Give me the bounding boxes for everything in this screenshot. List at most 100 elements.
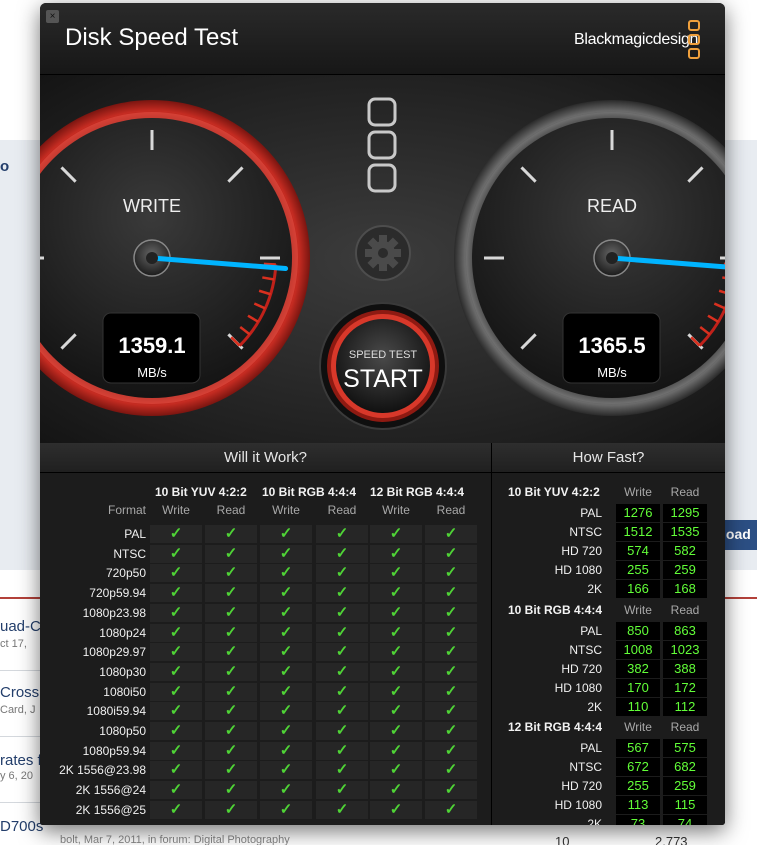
background-item-sub: Card, J	[0, 704, 36, 716]
compatibility-check-icon: ✓	[316, 643, 368, 662]
read-label: READ	[587, 196, 637, 216]
compatibility-check-icon: ✓	[260, 702, 312, 721]
background-item-title[interactable]: rates f	[0, 752, 42, 769]
how-fast-read-value: 172	[663, 678, 707, 697]
compatibility-check-icon: ✓	[425, 584, 477, 603]
compatibility-check-icon: ✓	[205, 525, 257, 543]
background-footer-text: bolt, Mar 7, 2011, in forum: Digital Pho…	[60, 834, 290, 845]
compatibility-check-icon: ✓	[150, 781, 202, 800]
background-item-title[interactable]: uad-C	[0, 618, 41, 635]
how-fast-read-value: 168	[663, 580, 707, 598]
compatibility-check-icon: ✓	[150, 741, 202, 760]
format-row-label: 2K 1556@25	[75, 802, 146, 817]
compatibility-check-icon: ✓	[205, 544, 257, 563]
compatibility-check-icon: ✓	[316, 702, 368, 721]
read-gauge: READ 1365.5 MB/s	[454, 100, 725, 416]
how-fast-read-value: 682	[663, 758, 707, 776]
how-fast-group-title: 10 Bit YUV 4:2:2	[508, 485, 600, 499]
compatibility-check-icon: ✓	[425, 603, 477, 622]
how-fast-read-value: 575	[663, 739, 707, 757]
write-col-header: Write	[272, 503, 300, 517]
compatibility-check-icon: ✓	[150, 603, 202, 622]
how-fast-read-header: Read	[670, 720, 700, 734]
how-fast-write-header: Write	[624, 485, 652, 499]
compatibility-check-icon: ✓	[316, 584, 368, 603]
how-fast-write-value: 1276	[616, 504, 660, 522]
compatibility-check-icon: ✓	[316, 544, 368, 563]
write-col-header: Write	[162, 503, 190, 517]
compatibility-check-icon: ✓	[205, 702, 257, 721]
start-button[interactable]: SPEED TEST START	[319, 302, 447, 430]
how-fast-read-value: 74	[663, 815, 707, 825]
background-item-title[interactable]: Cross	[0, 684, 39, 701]
compatibility-check-icon: ✓	[370, 643, 422, 662]
compatibility-check-icon: ✓	[260, 800, 312, 819]
how-fast-write-value: 382	[616, 659, 660, 678]
compatibility-check-icon: ✓	[150, 800, 202, 819]
compatibility-check-icon: ✓	[425, 544, 477, 563]
background-separator	[0, 802, 40, 803]
how-fast-read-value: 1023	[663, 640, 707, 659]
write-label: WRITE	[123, 196, 181, 216]
how-fast-write-value: 170	[616, 678, 660, 697]
compatibility-check-icon: ✓	[205, 564, 257, 583]
gear-icon[interactable]	[355, 225, 411, 281]
write-col-header: Write	[382, 503, 410, 517]
compatibility-check-icon: ✓	[370, 584, 422, 603]
compatibility-check-icon: ✓	[150, 525, 202, 543]
compatibility-check-icon: ✓	[205, 800, 257, 819]
compatibility-check-icon: ✓	[370, 623, 422, 642]
compatibility-check-icon: ✓	[370, 722, 422, 740]
compatibility-check-icon: ✓	[425, 761, 477, 780]
compatibility-check-icon: ✓	[425, 662, 477, 681]
compatibility-check-icon: ✓	[150, 702, 202, 721]
how-fast-read-value: 582	[663, 542, 707, 560]
how-fast-write-value: 1008	[616, 640, 660, 659]
compatibility-check-icon: ✓	[260, 564, 312, 583]
background-footer-count: 10	[555, 834, 570, 845]
gauges-graphic: WRITE 1359.1 MB/s READ 1365.5 MB/s SPEED…	[40, 97, 725, 430]
how-fast-write-value: 166	[616, 580, 660, 598]
compatibility-check-icon: ✓	[370, 800, 422, 819]
compatibility-check-icon: ✓	[205, 603, 257, 622]
how-fast-read-value: 115	[663, 796, 707, 814]
format-header: Format	[107, 503, 146, 517]
compatibility-check-icon: ✓	[425, 781, 477, 800]
compatibility-check-icon: ✓	[260, 781, 312, 800]
how-fast-format-label: PAL	[580, 623, 602, 638]
format-row-label: 1080p24	[99, 625, 146, 640]
compatibility-check-icon: ✓	[205, 623, 257, 642]
compatibility-check-icon: ✓	[316, 623, 368, 642]
compatibility-check-icon: ✓	[316, 662, 368, 681]
background-item-title[interactable]: D700s	[0, 818, 43, 835]
compatibility-check-icon: ✓	[150, 564, 202, 583]
how-fast-read-value: 112	[663, 697, 707, 716]
compatibility-check-icon: ✓	[425, 525, 477, 543]
compatibility-check-icon: ✓	[316, 603, 368, 622]
how-fast-panel: How Fast? 10 Bit YUV 4:2:2 Write Read PAL 12…	[492, 443, 725, 825]
write-value: 1359.1	[118, 333, 185, 358]
compatibility-check-icon: ✓	[205, 682, 257, 701]
compatibility-check-icon: ✓	[260, 584, 312, 603]
read-unit: MB/s	[597, 365, 627, 380]
how-fast-write-value: 110	[616, 697, 660, 716]
format-row-label: 1080p59.94	[82, 743, 146, 758]
how-fast-read-value: 259	[663, 777, 707, 795]
compatibility-check-icon: ✓	[316, 682, 368, 701]
group-header: 10 Bit RGB 4:4:4	[262, 485, 357, 499]
compatibility-check-icon: ✓	[425, 722, 477, 740]
background-edge-letter: o	[0, 158, 10, 175]
how-fast-format-label: HD 1080	[554, 680, 602, 695]
how-fast-write-value: 113	[616, 796, 660, 814]
how-fast-read-header: Read	[670, 602, 700, 617]
compatibility-check-icon: ✓	[425, 682, 477, 701]
start-button-subtitle: SPEED TEST	[349, 349, 418, 361]
compatibility-check-icon: ✓	[316, 781, 368, 800]
compatibility-check-icon: ✓	[150, 584, 202, 603]
compatibility-check-icon: ✓	[260, 722, 312, 740]
how-fast-format-label: HD 1080	[554, 563, 602, 577]
how-fast-write-value: 73	[616, 815, 660, 825]
how-fast-format-label: NTSC	[569, 760, 602, 774]
compatibility-check-icon: ✓	[205, 741, 257, 760]
how-fast-write-header: Write	[624, 602, 652, 617]
